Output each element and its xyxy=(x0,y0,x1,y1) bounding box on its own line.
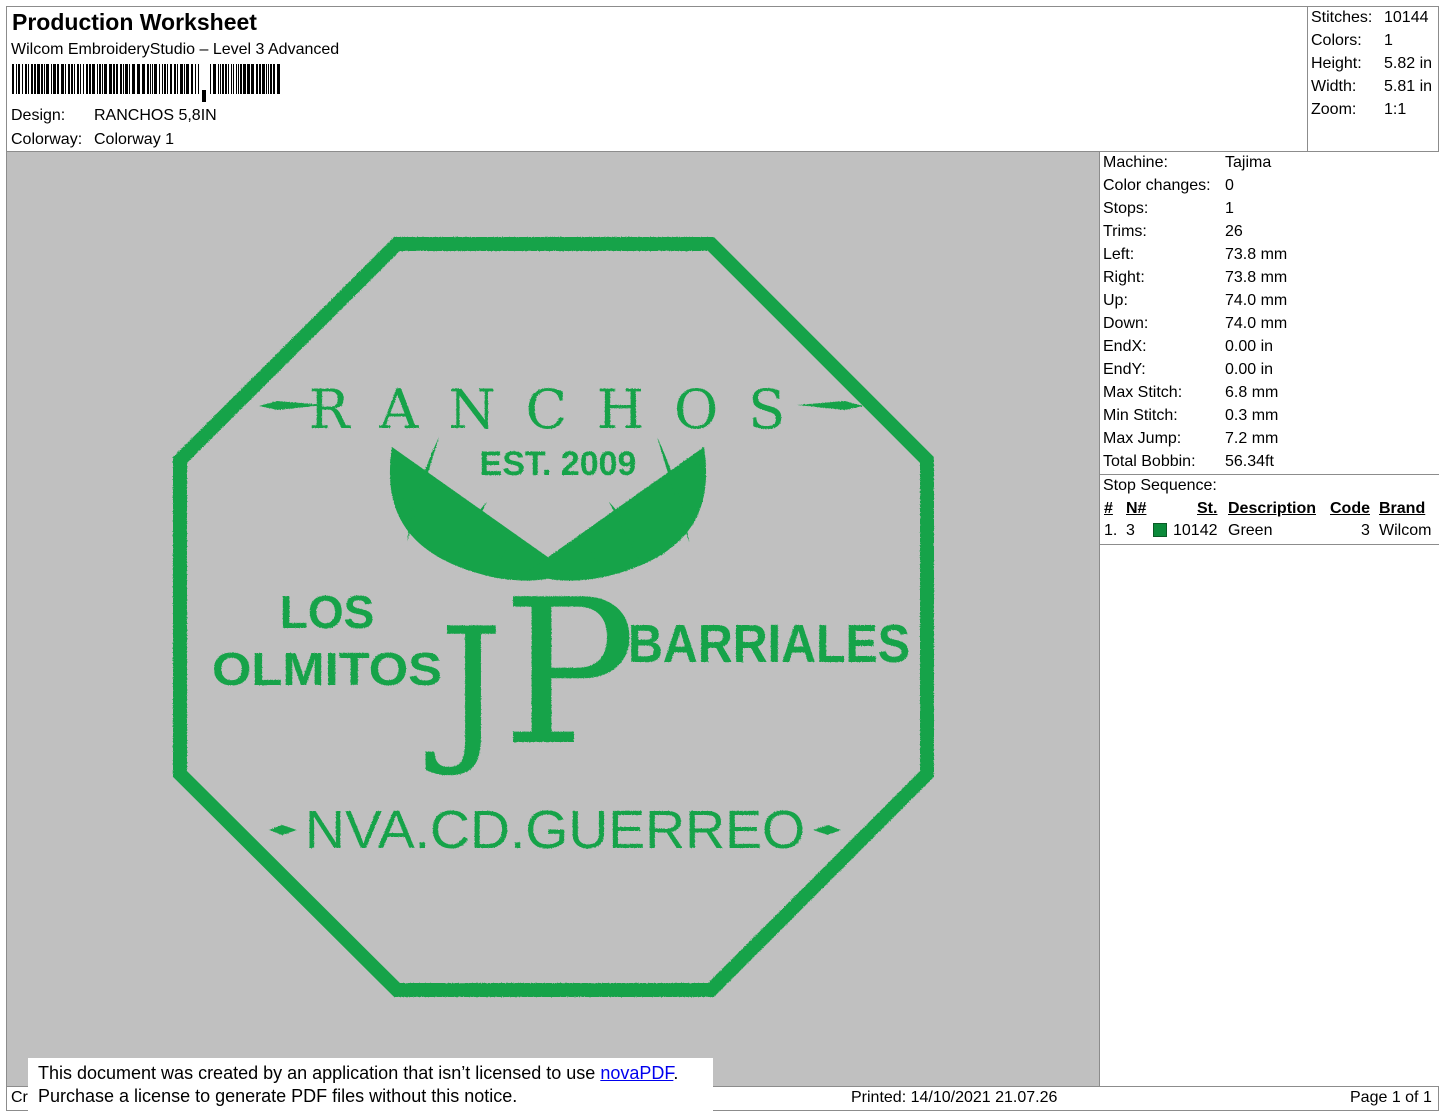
machine-label: Machine: xyxy=(1103,154,1168,171)
stat-label: Stitches: xyxy=(1311,9,1373,26)
max-stitch-value: 6.8 mm xyxy=(1225,384,1279,401)
min-stitch-value: 0.3 mm xyxy=(1225,407,1279,424)
row-stitches: 10142 xyxy=(1173,522,1218,539)
barriales-text: BARRIALES xyxy=(628,614,910,674)
up-value: 74.0 mm xyxy=(1225,292,1288,309)
row-needle: 3 xyxy=(1126,522,1135,539)
est-text: EST. 2009 xyxy=(480,445,637,483)
down-value: 74.0 mm xyxy=(1225,315,1288,332)
page-title: Production Worksheet xyxy=(12,9,257,35)
col-header-brand: Brand xyxy=(1379,500,1426,517)
stat-label: Zoom: xyxy=(1311,101,1357,118)
up-label: Up: xyxy=(1103,292,1128,309)
olmitos-text: OLMITOS xyxy=(212,643,442,695)
novapdf-link[interactable]: novaPDF xyxy=(600,1063,673,1083)
down-label: Down: xyxy=(1103,315,1149,332)
page-number: Page 1 of 1 xyxy=(1350,1089,1432,1106)
stop-sequence-divider xyxy=(1100,544,1439,545)
endx-value: 0.00 in xyxy=(1225,338,1274,355)
created-label: Cr xyxy=(11,1089,28,1106)
app-name: Wilcom EmbroideryStudio – Level 3 Advanc… xyxy=(11,41,340,58)
stat-value: 1:1 xyxy=(1384,101,1407,118)
left-label: Left: xyxy=(1103,246,1135,263)
max-stitch-label: Max Stitch: xyxy=(1103,384,1183,401)
color-changes-value: 0 xyxy=(1225,177,1234,194)
design-label: Design: xyxy=(11,107,66,124)
printed-date: Printed: 14/10/2021 21.07.26 xyxy=(851,1089,1058,1106)
col-header-needle: N# xyxy=(1126,500,1147,517)
notice-period: . xyxy=(673,1063,679,1083)
stat-value: 5.81 in xyxy=(1384,78,1433,95)
trims-value: 26 xyxy=(1225,223,1243,240)
stat-label: Colors: xyxy=(1311,32,1362,49)
notice-text: This document was created by an applicat… xyxy=(38,1063,601,1083)
trims-label: Trims: xyxy=(1103,223,1147,240)
col-header-stitches: St. xyxy=(1197,500,1218,517)
total-bobbin-value: 56.34ft xyxy=(1225,453,1274,470)
stat-label: Height: xyxy=(1311,55,1362,72)
col-header-description: Description xyxy=(1228,500,1317,517)
monogram-p: P xyxy=(502,557,637,790)
stop-sequence-divider xyxy=(1100,474,1439,475)
endx-label: EndX: xyxy=(1103,338,1147,355)
stat-value: 1 xyxy=(1384,32,1393,49)
stat-value: 5.82 in xyxy=(1384,55,1433,72)
color-changes-label: Color changes: xyxy=(1103,177,1211,194)
max-jump-value: 7.2 mm xyxy=(1225,430,1279,447)
design-value: RANCHOS 5,8IN xyxy=(94,107,217,124)
right-label: Right: xyxy=(1103,269,1145,286)
max-jump-label: Max Jump: xyxy=(1103,430,1182,447)
total-bobbin-label: Total Bobbin: xyxy=(1103,453,1196,470)
colorway-value: Colorway 1 xyxy=(94,131,175,148)
right-value: 73.8 mm xyxy=(1225,269,1288,286)
row-code: 3 xyxy=(1361,522,1370,539)
row-description: Green xyxy=(1228,522,1273,539)
col-header-num: # xyxy=(1104,500,1113,517)
endy-value: 0.00 in xyxy=(1225,361,1274,378)
stop-sequence-title: Stop Sequence: xyxy=(1103,477,1217,494)
left-value: 73.8 mm xyxy=(1225,246,1288,263)
embroidery-design: RANCHOS EST. 2009 P J LOS OLMITOS BARRIA… xyxy=(173,237,934,997)
col-header-code: Code xyxy=(1330,500,1370,517)
ranchos-text: RANCHOS xyxy=(309,378,816,441)
stops-label: Stops: xyxy=(1103,200,1149,217)
endy-label: EndY: xyxy=(1103,361,1146,378)
stops-value: 1 xyxy=(1225,200,1234,217)
barcode-icon xyxy=(12,64,280,102)
row-brand: Wilcom xyxy=(1379,522,1432,539)
row-num: 1. xyxy=(1104,522,1118,539)
los-text: LOS xyxy=(280,586,375,638)
min-stitch-label: Min Stitch: xyxy=(1103,407,1178,424)
machine-value: Tajima xyxy=(1225,154,1272,171)
stat-value: 10144 xyxy=(1384,9,1429,26)
dash-ornament xyxy=(813,825,841,835)
color-swatch xyxy=(1153,523,1167,537)
dash-ornament xyxy=(269,825,297,835)
notice-line-1: This document was created by an applicat… xyxy=(38,1063,678,1084)
colorway-label: Colorway: xyxy=(11,131,83,148)
stat-label: Width: xyxy=(1311,78,1357,95)
notice-line-2: Purchase a license to generate PDF files… xyxy=(38,1086,518,1106)
guerrero-text: NVA.CD.GUERREO xyxy=(305,800,805,860)
